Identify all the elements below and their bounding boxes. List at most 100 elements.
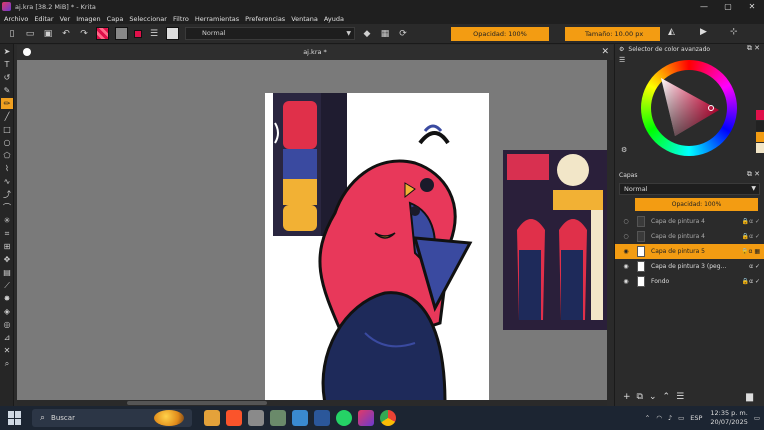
- close-document-icon[interactable]: ✕: [601, 45, 609, 60]
- clock[interactable]: 12:35 p. m. 20/07/2025: [710, 409, 747, 427]
- redo-icon[interactable]: ↷: [78, 28, 90, 40]
- settings-app-icon[interactable]: [270, 410, 286, 426]
- new-document-icon[interactable]: ▯: [6, 28, 18, 40]
- move-tool-icon[interactable]: ✥: [1, 254, 13, 265]
- language-indicator[interactable]: ESP: [690, 414, 702, 422]
- eraser-icon[interactable]: ◆: [361, 28, 373, 40]
- menu-ventana[interactable]: Ventana: [291, 15, 318, 23]
- zoom-tool-icon[interactable]: ⌕: [1, 358, 13, 369]
- document-tab[interactable]: aj.kra *: [17, 45, 613, 60]
- visibility-off-icon[interactable]: ○: [621, 218, 631, 225]
- gear-icon[interactable]: ⚙: [619, 46, 624, 53]
- recent-colors-strip[interactable]: [756, 110, 764, 154]
- whatsapp-icon[interactable]: [336, 410, 352, 426]
- brush-tool-icon[interactable]: ✏: [1, 98, 13, 109]
- move-up-icon[interactable]: ⌃: [663, 392, 671, 402]
- minimize-button[interactable]: —: [692, 0, 716, 13]
- pattern-swatch[interactable]: [115, 27, 128, 40]
- line-tool-icon[interactable]: ╱: [1, 111, 13, 122]
- tray-chevron-icon[interactable]: ⌃: [645, 414, 650, 422]
- canvas-viewport[interactable]: [17, 60, 607, 400]
- smart-patch-icon[interactable]: ✸: [1, 293, 13, 304]
- select-shapes-icon[interactable]: ➤: [1, 46, 13, 57]
- menu-editar[interactable]: Editar: [34, 15, 53, 23]
- colorpicker-icon[interactable]: ⟋: [1, 280, 13, 291]
- lock-icon[interactable]: α ✓: [749, 263, 760, 270]
- menu-ayuda[interactable]: Ayuda: [324, 15, 344, 23]
- krita-taskbar-icon[interactable]: [358, 410, 374, 426]
- layer-properties-icon[interactable]: ☰: [676, 392, 684, 402]
- battery-icon[interactable]: ▭: [678, 414, 684, 422]
- add-layer-button[interactable]: +: [623, 392, 631, 402]
- layer-opacity-slider[interactable]: Opacidad: 100%: [635, 198, 758, 211]
- visibility-off-icon[interactable]: ○: [621, 233, 631, 240]
- undo-icon[interactable]: ↶: [60, 28, 72, 40]
- reference-tool-icon[interactable]: ✕: [1, 345, 13, 356]
- fill-tool-icon[interactable]: ◈: [1, 306, 13, 317]
- layer-row[interactable]: ○ Capa de pintura 4 🔒α ✓: [615, 214, 764, 229]
- wrap-around-icon[interactable]: ⊹: [730, 27, 738, 37]
- menu-filtro[interactable]: Filtro: [173, 15, 189, 23]
- mirror-horizontal-icon[interactable]: ◭: [668, 27, 675, 37]
- eye-icon[interactable]: ◉: [621, 278, 631, 285]
- brush-settings-icon[interactable]: ☰: [148, 28, 160, 40]
- color-wheel-area[interactable]: ☰ ⚙: [615, 54, 764, 156]
- mirror-vertical-icon[interactable]: ▶: [700, 27, 707, 37]
- lock-icon[interactable]: 🔒α ✓: [742, 278, 760, 285]
- freehand-path-icon[interactable]: ⤴: [1, 189, 13, 200]
- measure-tool-icon[interactable]: ⊿: [1, 332, 13, 343]
- float-dock-icon[interactable]: ⧉ ✕: [747, 170, 760, 179]
- brush-preset-swatch[interactable]: [166, 27, 179, 40]
- text-tool-icon[interactable]: T: [1, 59, 13, 70]
- layer-row[interactable]: ◉ Capa de pintura 3 (peg... α ✓: [615, 259, 764, 274]
- polygon-tool-icon[interactable]: ⬠: [1, 150, 13, 161]
- lock-icon[interactable]: 🔒α ✓: [742, 233, 760, 240]
- menu-icon[interactable]: ☰: [619, 56, 625, 64]
- ellipse-tool-icon[interactable]: ○: [1, 137, 13, 148]
- layer-blend-mode-select[interactable]: Normal ▼: [619, 183, 760, 195]
- menu-capa[interactable]: Capa: [107, 15, 124, 23]
- windows-start-icon[interactable]: [8, 411, 22, 425]
- eye-icon[interactable]: ◉: [621, 263, 631, 270]
- float-dock-icon[interactable]: ⧉ ✕: [747, 44, 760, 53]
- menu-archivo[interactable]: Archivo: [4, 15, 28, 23]
- reload-preset-icon[interactable]: ⟳: [397, 28, 409, 40]
- gradient-swatch[interactable]: [96, 27, 109, 40]
- foreground-color-swatch[interactable]: [134, 29, 142, 38]
- chrome-icon[interactable]: [380, 410, 396, 426]
- close-window-button[interactable]: ✕: [740, 0, 764, 13]
- layer-row-selected[interactable]: ◉ Capa de pintura 5 🔒α ▦: [615, 244, 764, 259]
- opacity-slider[interactable]: Opacidad: 100%: [451, 27, 549, 41]
- alpha-lock-icon[interactable]: ▦: [379, 28, 391, 40]
- notifications-icon[interactable]: ▭: [754, 414, 760, 422]
- photos-icon[interactable]: [292, 410, 308, 426]
- menu-seleccionar[interactable]: Seleccionar: [129, 15, 167, 23]
- app-icon[interactable]: [248, 410, 264, 426]
- file-explorer-icon[interactable]: [204, 410, 220, 426]
- menu-preferencias[interactable]: Preferencias: [245, 15, 285, 23]
- network-icon[interactable]: ◠: [656, 414, 662, 422]
- open-folder-icon[interactable]: ▭: [24, 28, 36, 40]
- layer-row[interactable]: ○ Capa de pintura 4 🔒α ✓: [615, 229, 764, 244]
- dynamic-brush-icon[interactable]: ⌒: [1, 202, 13, 213]
- drawing-canvas[interactable]: [265, 93, 489, 400]
- maximize-button[interactable]: ▢: [716, 0, 740, 13]
- move-down-icon[interactable]: ⌄: [649, 392, 657, 402]
- size-slider[interactable]: Tamaño: 10.00 px: [565, 27, 660, 41]
- rectangle-tool-icon[interactable]: □: [1, 124, 13, 135]
- word-icon[interactable]: [314, 410, 330, 426]
- refresh-icon[interactable]: ⚙: [621, 146, 627, 154]
- blend-mode-select[interactable]: Normal ▼: [185, 27, 355, 40]
- menu-ver[interactable]: Ver: [60, 15, 71, 23]
- gradient-tool-icon[interactable]: ▤: [1, 267, 13, 278]
- lock-icon[interactable]: 🔒α ✓: [742, 218, 760, 225]
- eye-icon[interactable]: ◉: [621, 248, 631, 255]
- transform-tool-icon[interactable]: ⊞: [1, 241, 13, 252]
- volume-icon[interactable]: ♪: [668, 414, 672, 422]
- multibrush-icon[interactable]: ✳: [1, 215, 13, 226]
- brave-browser-icon[interactable]: [226, 410, 242, 426]
- crop-tool-icon[interactable]: ⌗: [1, 228, 13, 239]
- layer-row[interactable]: ◉ Fondo 🔒α ✓: [615, 274, 764, 289]
- delete-layer-icon[interactable]: ▆: [746, 392, 753, 402]
- bezier-tool-icon[interactable]: ∿: [1, 176, 13, 187]
